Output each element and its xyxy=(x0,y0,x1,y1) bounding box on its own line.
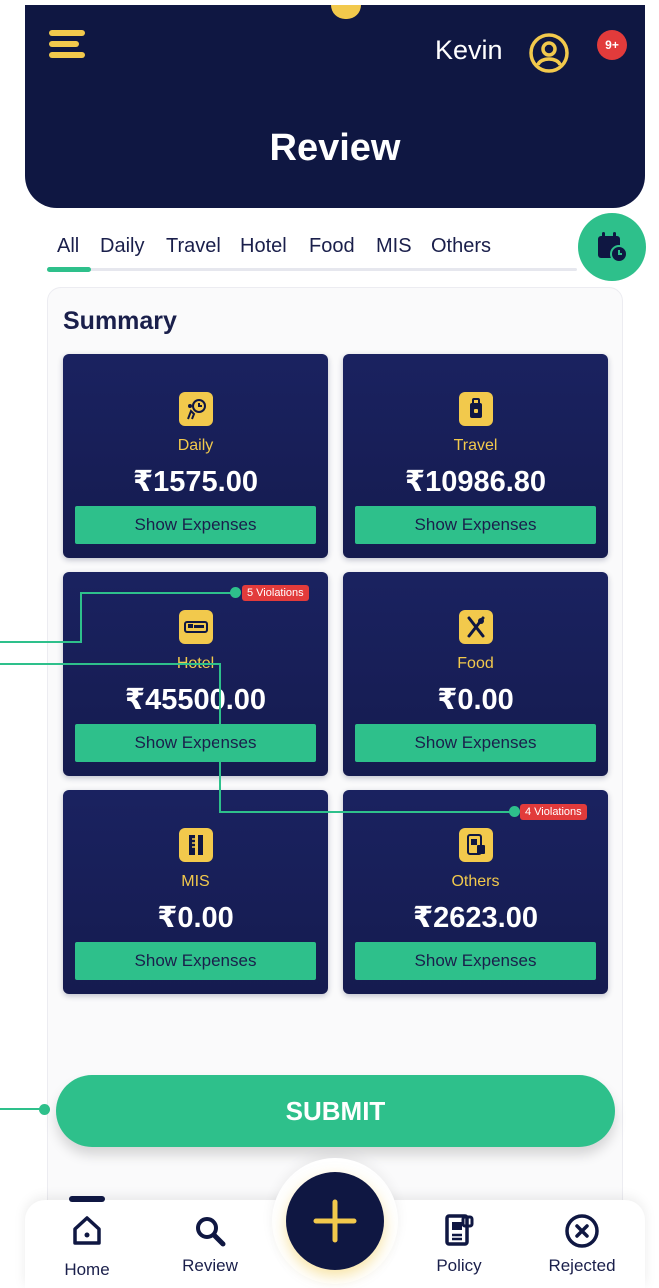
show-expenses-button[interactable]: Show Expenses xyxy=(355,942,596,980)
active-nav-indicator xyxy=(69,1196,105,1202)
tab-hotel[interactable]: Hotel xyxy=(240,235,287,258)
summary-title: Summary xyxy=(63,307,177,335)
card-amount: ₹1575.00 xyxy=(132,466,258,498)
page-title: Review xyxy=(269,127,401,169)
nav-label: Review xyxy=(182,1256,238,1275)
notification-badge[interactable]: 9+ xyxy=(597,30,627,60)
category-tabs: All Daily Travel Hotel Food MIS Others xyxy=(47,232,577,272)
tab-travel[interactable]: Travel xyxy=(166,235,221,258)
tab-daily[interactable]: Daily xyxy=(100,235,144,258)
tab-active-indicator xyxy=(47,267,91,272)
expense-card-travel: Travel ₹10986.80 Show Expenses xyxy=(343,354,608,558)
calendar-clock-icon xyxy=(598,232,628,263)
card-amount: ₹0.00 xyxy=(157,902,234,934)
card-amount: ₹0.00 xyxy=(437,684,514,716)
show-expenses-button[interactable]: Show Expenses xyxy=(355,506,596,544)
show-expenses-button[interactable]: Show Expenses xyxy=(75,942,316,980)
card-label: Daily xyxy=(177,437,214,454)
menu-icon[interactable] xyxy=(49,30,85,62)
connector-line xyxy=(0,663,221,665)
tabs-track xyxy=(47,268,577,271)
card-label: Others xyxy=(451,873,500,890)
document-icon xyxy=(459,828,493,862)
expense-card-food: Food ₹0.00 Show Expenses xyxy=(343,572,608,776)
expense-card-others: Others ₹2623.00 Show Expenses xyxy=(343,790,608,994)
card-amount: ₹10986.80 xyxy=(404,466,547,498)
tab-food[interactable]: Food xyxy=(309,235,355,258)
show-expenses-button[interactable]: Show Expenses xyxy=(355,724,596,762)
connector-line xyxy=(219,811,514,813)
connector-line xyxy=(0,1108,42,1110)
tab-mis[interactable]: MIS xyxy=(376,235,412,258)
card-amount: ₹45500.00 xyxy=(124,684,267,716)
ruler-icon xyxy=(179,828,213,862)
nav-rejected[interactable]: Rejected xyxy=(537,1212,627,1276)
close-circle-icon xyxy=(537,1212,627,1250)
calendar-filter-button[interactable] xyxy=(578,213,646,281)
connector-line xyxy=(80,592,236,594)
daily-clock-icon xyxy=(179,392,213,426)
card-label: MIS xyxy=(181,873,210,890)
connector-dot xyxy=(509,806,520,817)
connector-line xyxy=(0,641,82,643)
policy-icon xyxy=(414,1212,504,1250)
nav-policy[interactable]: Policy xyxy=(414,1212,504,1276)
user-avatar-icon[interactable] xyxy=(528,32,570,74)
expense-card-hotel: Hotel ₹45500.00 Show Expenses xyxy=(63,572,328,776)
card-label: Food xyxy=(457,655,494,672)
user-name: Kevin xyxy=(435,35,503,65)
tab-others[interactable]: Others xyxy=(431,235,491,258)
connector-line xyxy=(219,663,221,813)
card-label: Travel xyxy=(453,437,498,454)
card-amount: ₹2623.00 xyxy=(412,902,538,934)
nav-label: Home xyxy=(64,1260,110,1279)
connector-dot xyxy=(230,587,241,598)
nav-label: Rejected xyxy=(548,1256,616,1275)
bed-icon xyxy=(179,610,213,644)
add-expense-button[interactable] xyxy=(286,1172,384,1270)
tab-all[interactable]: All xyxy=(57,235,79,258)
header-notch xyxy=(331,5,361,19)
nav-review[interactable]: Review xyxy=(165,1212,255,1276)
show-expenses-button[interactable]: Show Expenses xyxy=(75,506,316,544)
plus-icon xyxy=(313,1199,357,1243)
show-expenses-button[interactable]: Show Expenses xyxy=(75,724,316,762)
connector-line xyxy=(80,592,82,643)
nav-home[interactable]: Home xyxy=(42,1212,132,1280)
connector-dot xyxy=(39,1104,50,1115)
nav-label: Policy xyxy=(436,1256,482,1275)
search-icon xyxy=(165,1212,255,1250)
home-icon xyxy=(42,1212,132,1250)
violations-badge[interactable]: 5 Violations xyxy=(242,585,309,601)
fork-knife-icon xyxy=(459,610,493,644)
luggage-icon xyxy=(459,392,493,426)
expense-card-daily: Daily ₹1575.00 Show Expenses xyxy=(63,354,328,558)
submit-button[interactable]: SUBMIT xyxy=(56,1075,615,1147)
app-header: Kevin 9+ Review xyxy=(25,5,645,208)
expense-card-mis: MIS ₹0.00 Show Expenses xyxy=(63,790,328,994)
violations-badge[interactable]: 4 Violations xyxy=(520,804,587,820)
